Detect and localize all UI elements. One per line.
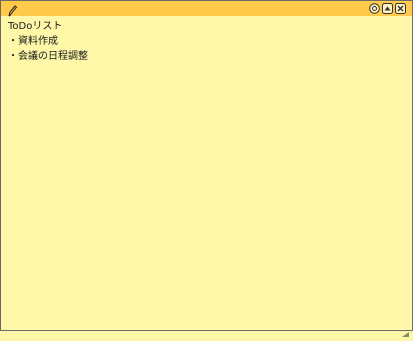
resize-grip-icon[interactable] [402,322,409,337]
pencil-icon[interactable] [6,2,18,17]
note-list-item: ・資料作成 [8,36,58,47]
note-list-item: ・会議の日程調整 [8,51,88,62]
settings-icon [369,3,380,14]
note-title: ToDoリスト [8,21,63,32]
note-text-area[interactable]: ToDoリスト ・資料作成 ・会議の日程調整 [8,19,404,64]
minimize-icon [382,3,393,14]
titlebar[interactable] [1,1,412,17]
close-button[interactable] [395,3,406,14]
minimize-button[interactable] [382,3,393,14]
sticky-note-window: ToDoリスト ・資料作成 ・会議の日程調整 [0,0,413,337]
settings-button[interactable] [369,3,380,14]
close-icon [395,3,406,14]
